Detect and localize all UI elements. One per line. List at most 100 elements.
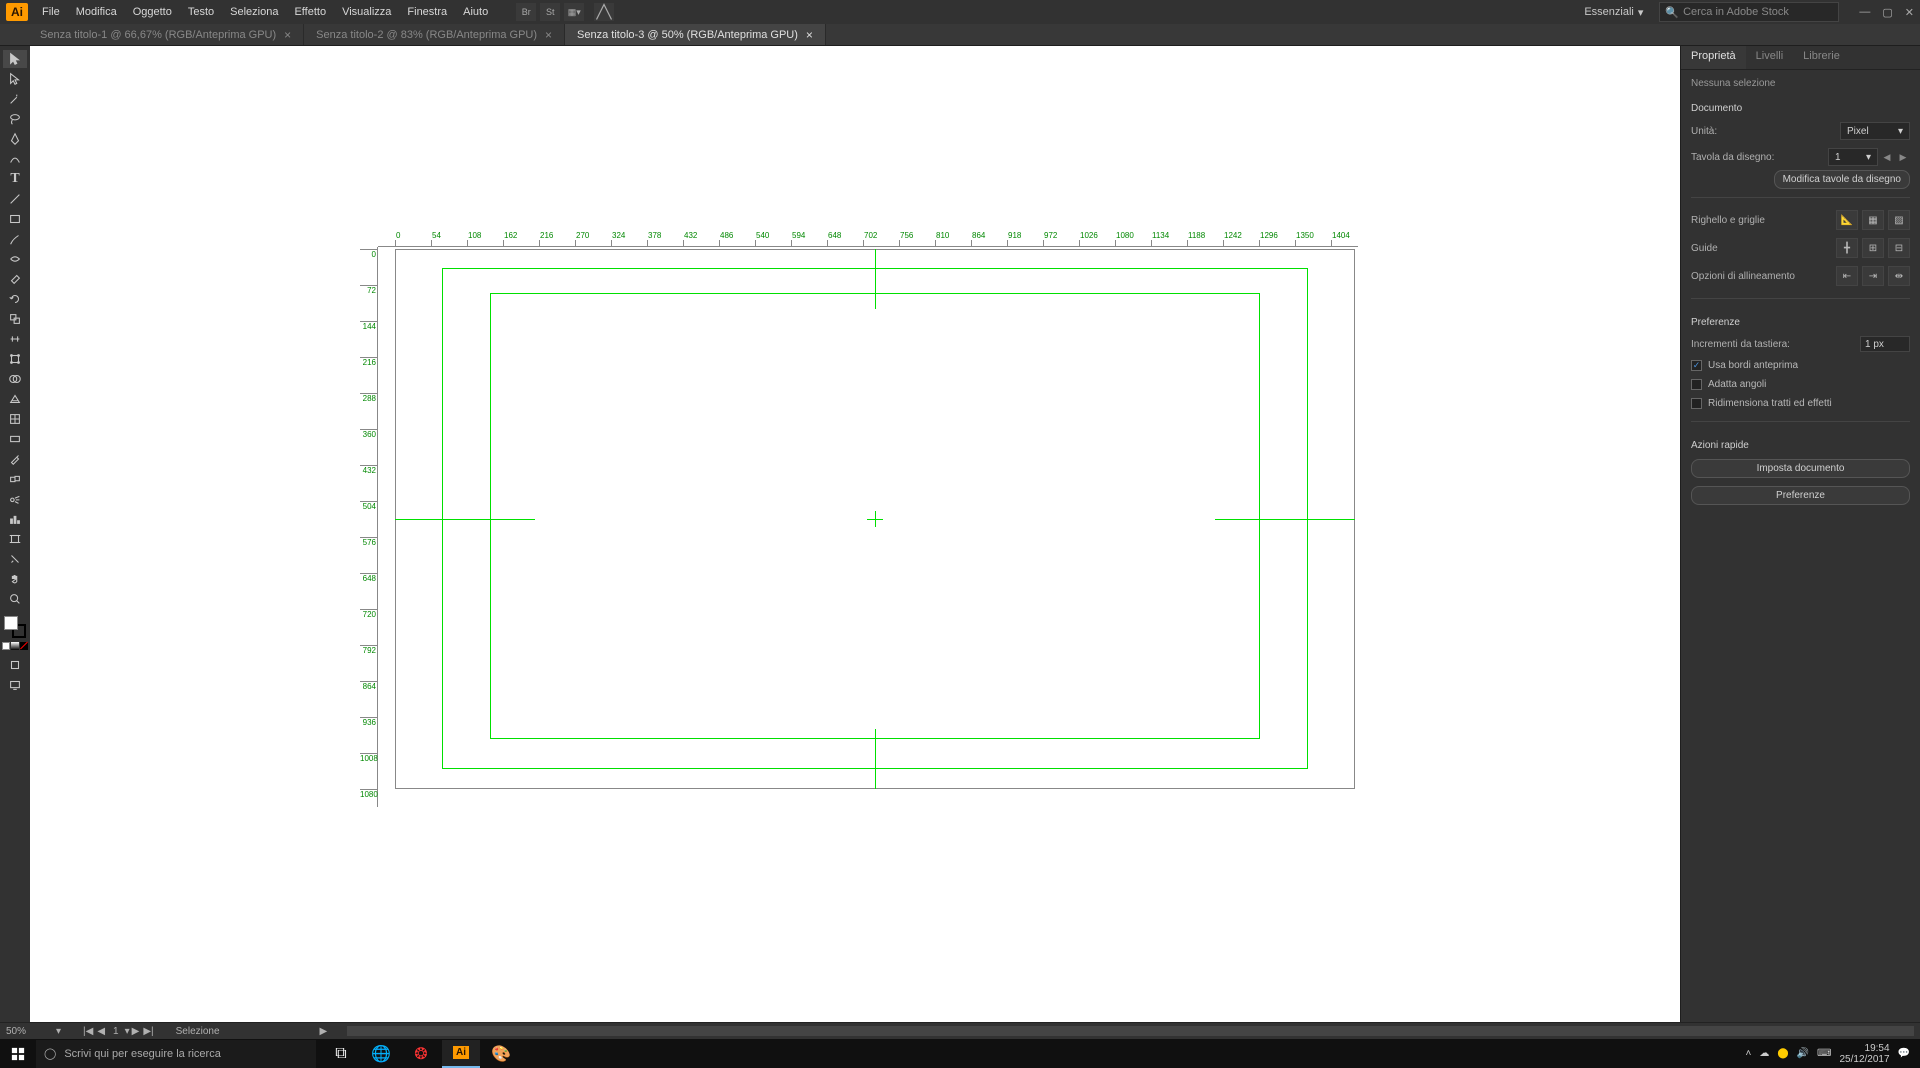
status-menu-icon[interactable]: ▶: [320, 1026, 328, 1037]
chevron-down-icon[interactable]: ▾: [125, 1026, 130, 1037]
transparency-grid-icon[interactable]: ▨: [1888, 210, 1910, 230]
taskbar-clock[interactable]: 19:54 25/12/2017: [1839, 1043, 1889, 1065]
menu-effect[interactable]: Effetto: [286, 3, 334, 21]
notifications-icon[interactable]: 💬: [1898, 1048, 1910, 1059]
taskbar-search[interactable]: ◯ Scrivi qui per eseguire la ricerca: [36, 1040, 316, 1068]
start-button[interactable]: [0, 1039, 36, 1068]
smart-guides-icon[interactable]: ⊟: [1888, 238, 1910, 258]
nav-first[interactable]: |◀: [83, 1026, 93, 1037]
document-setup-button[interactable]: Imposta documento: [1691, 459, 1910, 478]
gradient-tool[interactable]: [3, 430, 27, 448]
grid-toggle-icon[interactable]: ▦: [1862, 210, 1884, 230]
hand-tool[interactable]: [3, 570, 27, 588]
creative-cloud-icon[interactable]: ❂: [402, 1040, 440, 1068]
snap-pixel-icon[interactable]: ⇤: [1836, 266, 1858, 286]
illustrator-taskbar-icon[interactable]: Ai: [442, 1040, 480, 1068]
artboard-next[interactable]: ▶: [1896, 149, 1910, 165]
eraser-tool[interactable]: [3, 270, 27, 288]
width-tool[interactable]: [3, 330, 27, 348]
window-minimize[interactable]: —: [1859, 6, 1870, 19]
ruler-toggle-icon[interactable]: 📐: [1836, 210, 1858, 230]
line-tool[interactable]: [3, 190, 27, 208]
onedrive-icon[interactable]: ☁: [1759, 1048, 1769, 1059]
language-icon[interactable]: ⌨: [1817, 1048, 1831, 1059]
checkbox-scale-strokes[interactable]: [1691, 398, 1702, 409]
document-tab-3[interactable]: Senza titolo-3 @ 50% (RGB/Anteprima GPU)…: [565, 24, 826, 45]
document-tab-2[interactable]: Senza titolo-2 @ 83% (RGB/Anteprima GPU)…: [304, 24, 565, 45]
slice-tool[interactable]: [3, 550, 27, 568]
paint-icon[interactable]: 🎨: [482, 1040, 520, 1068]
panel-tab-layers[interactable]: Livelli: [1746, 46, 1794, 69]
lasso-tool[interactable]: [3, 110, 27, 128]
mesh-tool[interactable]: [3, 410, 27, 428]
panel-tab-libraries[interactable]: Librerie: [1793, 46, 1850, 69]
window-close[interactable]: ✕: [1905, 6, 1914, 19]
column-graph-tool[interactable]: [3, 510, 27, 528]
menu-help[interactable]: Aiuto: [455, 3, 496, 21]
close-icon[interactable]: ×: [806, 28, 813, 42]
menu-file[interactable]: File: [34, 3, 68, 21]
nav-last[interactable]: ▶|: [143, 1026, 153, 1037]
menu-window[interactable]: Finestra: [399, 3, 455, 21]
artboard-dropdown[interactable]: 1▾: [1828, 148, 1878, 166]
guides-lock-icon[interactable]: ⊞: [1862, 238, 1884, 258]
task-view-icon[interactable]: ⧉: [322, 1040, 360, 1068]
network-icon[interactable]: ⬤: [1777, 1048, 1788, 1059]
nav-next[interactable]: ▶: [132, 1026, 140, 1037]
symbol-spray-tool[interactable]: [3, 490, 27, 508]
screen-mode[interactable]: [3, 676, 27, 694]
type-tool[interactable]: T: [3, 170, 27, 188]
panel-tab-properties[interactable]: Proprietà: [1681, 46, 1746, 69]
canvas-area[interactable]: 0541081622162703243784324865405946487027…: [30, 46, 1680, 1022]
system-tray[interactable]: ˄ ☁ ⬤ 🔊 ⌨ 19:54 25/12/2017 💬: [1736, 1043, 1920, 1065]
free-transform-tool[interactable]: [3, 350, 27, 368]
snap-grid-icon[interactable]: ⇹: [1888, 266, 1910, 286]
edit-artboards-button[interactable]: Modifica tavole da disegno: [1774, 170, 1910, 189]
window-maximize[interactable]: ▢: [1882, 6, 1892, 19]
blend-tool[interactable]: [3, 470, 27, 488]
preferences-button[interactable]: Preferenze: [1691, 486, 1910, 505]
rotate-tool[interactable]: [3, 290, 27, 308]
artboard-prev[interactable]: ◀: [1880, 149, 1894, 165]
menu-object[interactable]: Oggetto: [125, 3, 180, 21]
stock-search[interactable]: 🔍 Cerca in Adobe Stock: [1659, 2, 1839, 22]
pen-tool[interactable]: [3, 130, 27, 148]
zoom-tool[interactable]: [3, 590, 27, 608]
eyedropper-tool[interactable]: [3, 450, 27, 468]
shaper-tool[interactable]: [3, 250, 27, 268]
direct-selection-tool[interactable]: [3, 70, 27, 88]
artboard-nav-number[interactable]: 1: [113, 1026, 119, 1037]
menu-text[interactable]: Testo: [180, 3, 222, 21]
horizontal-scrollbar[interactable]: [347, 1026, 1914, 1036]
document-tab-1[interactable]: Senza titolo-1 @ 66,67% (RGB/Anteprima G…: [28, 24, 304, 45]
fill-stroke-swatch[interactable]: [4, 616, 26, 638]
checkbox-scale-corners[interactable]: [1691, 379, 1702, 390]
brush-tool[interactable]: [3, 230, 27, 248]
chevron-down-icon[interactable]: ▾: [56, 1026, 61, 1037]
tray-chevron-icon[interactable]: ˄: [1746, 1048, 1752, 1059]
rectangle-tool[interactable]: [3, 210, 27, 228]
guides-show-icon[interactable]: ╋: [1836, 238, 1858, 258]
keyboard-inc-input[interactable]: [1860, 336, 1910, 352]
snap-point-icon[interactable]: ⇥: [1862, 266, 1884, 286]
menu-edit[interactable]: Modifica: [68, 3, 125, 21]
menu-select[interactable]: Seleziona: [222, 3, 286, 21]
units-dropdown[interactable]: Pixel▾: [1840, 122, 1910, 140]
menu-view[interactable]: Visualizza: [334, 3, 399, 21]
perspective-tool[interactable]: [3, 390, 27, 408]
draw-mode[interactable]: [3, 656, 27, 674]
checkbox-preview-bounds[interactable]: ✓: [1691, 360, 1702, 371]
stock-icon[interactable]: St: [540, 3, 560, 21]
chrome-icon[interactable]: 🌐: [362, 1040, 400, 1068]
curvature-tool[interactable]: [3, 150, 27, 168]
close-icon[interactable]: ×: [284, 28, 291, 42]
nav-prev[interactable]: ◀: [97, 1026, 105, 1037]
magic-wand-tool[interactable]: [3, 90, 27, 108]
scale-tool[interactable]: [3, 310, 27, 328]
volume-icon[interactable]: 🔊: [1797, 1048, 1809, 1059]
workspace-switcher[interactable]: Essenziali▾: [1576, 4, 1651, 21]
artboard-tool[interactable]: [3, 530, 27, 548]
close-icon[interactable]: ×: [545, 28, 552, 42]
gpu-icon[interactable]: [594, 3, 614, 21]
color-mode-row[interactable]: [2, 642, 28, 650]
